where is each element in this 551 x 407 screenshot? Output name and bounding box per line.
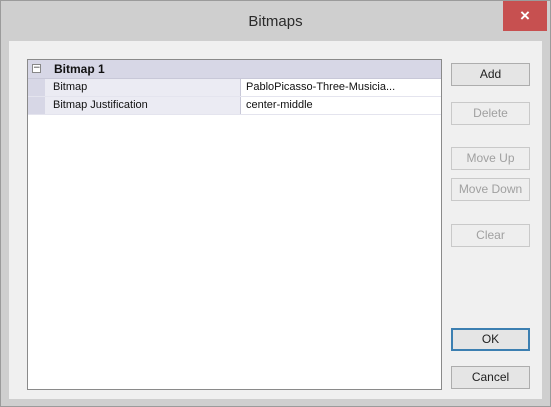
- property-grid[interactable]: − Bitmap 1 Bitmap PabloPicasso-Three-Mus…: [27, 59, 442, 390]
- property-value[interactable]: center-middle: [242, 97, 441, 114]
- add-button[interactable]: Add: [451, 63, 530, 86]
- close-icon: ×: [520, 6, 530, 25]
- dialog-title: Bitmaps: [248, 13, 303, 30]
- bitmaps-dialog: Bitmaps × − Bitmap 1 Bitmap PabloPicasso…: [0, 0, 551, 407]
- group-label: Bitmap 1: [54, 62, 105, 76]
- clear-button[interactable]: Clear: [451, 224, 530, 247]
- delete-button[interactable]: Delete: [451, 102, 530, 125]
- move-up-button[interactable]: Move Up: [451, 147, 530, 170]
- group-header-bitmap-1[interactable]: − Bitmap 1: [28, 60, 441, 79]
- property-row-bitmap[interactable]: Bitmap PabloPicasso-Three-Musicia...: [28, 79, 441, 97]
- close-button[interactable]: ×: [503, 1, 547, 31]
- collapse-icon[interactable]: −: [32, 64, 41, 73]
- move-down-button[interactable]: Move Down: [451, 178, 530, 201]
- property-name: Bitmap: [45, 79, 241, 96]
- cancel-button[interactable]: Cancel: [451, 366, 530, 389]
- dialog-body: − Bitmap 1 Bitmap PabloPicasso-Three-Mus…: [9, 41, 542, 399]
- property-value[interactable]: PabloPicasso-Three-Musicia...: [242, 79, 441, 96]
- title-bar[interactable]: Bitmaps ×: [1, 1, 550, 41]
- ok-button[interactable]: OK: [451, 328, 530, 351]
- property-row-bitmap-justification[interactable]: Bitmap Justification center-middle: [28, 97, 441, 115]
- property-name: Bitmap Justification: [45, 97, 241, 114]
